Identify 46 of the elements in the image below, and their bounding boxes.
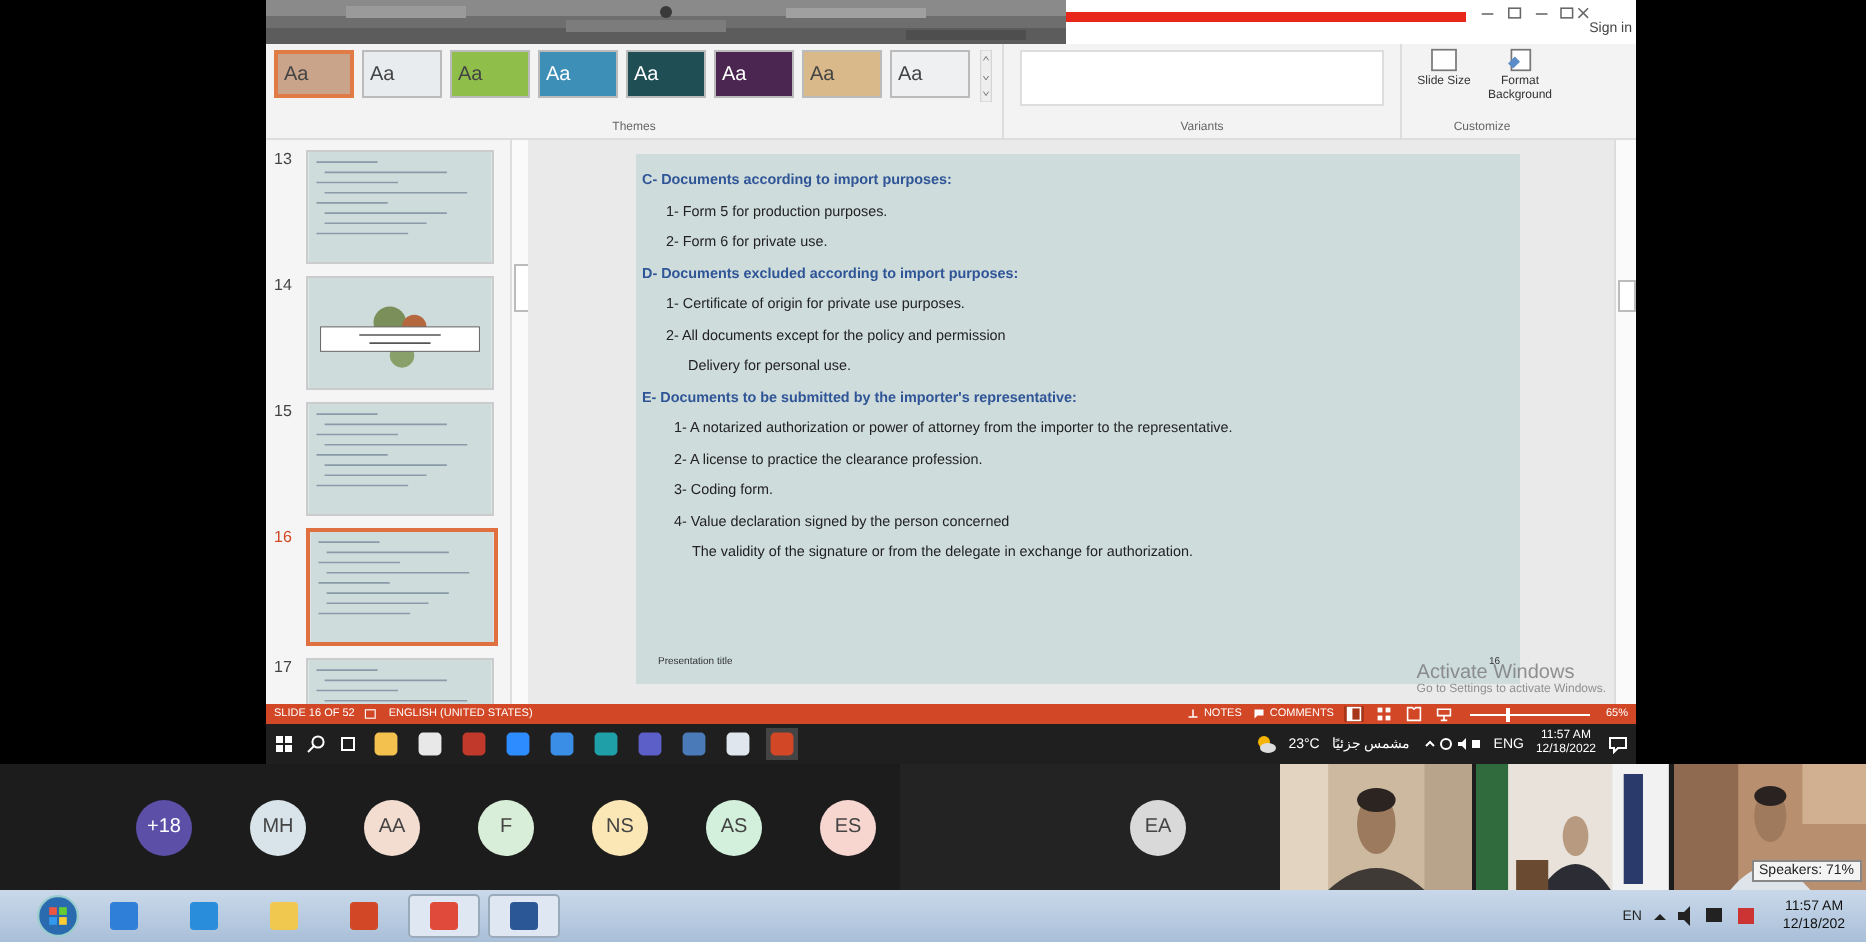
participant-avatar[interactable]: ES: [820, 799, 876, 855]
app-icon[interactable]: [414, 728, 446, 761]
theme-thumbnail[interactable]: Aa: [362, 50, 442, 98]
start-icon[interactable]: [36, 894, 80, 938]
scroll-bar[interactable]: [1614, 140, 1636, 705]
participant-avatar[interactable]: F: [478, 799, 534, 855]
theme-thumbnail[interactable]: Aa: [890, 50, 970, 98]
scroll-bar[interactable]: [510, 140, 528, 705]
view-button[interactable]: [1343, 706, 1364, 723]
participant-avatar[interactable]: AS: [706, 799, 762, 855]
participant-avatar[interactable]: +18: [136, 799, 192, 855]
notes-icon: [1185, 708, 1200, 721]
view-button[interactable]: [1403, 706, 1424, 723]
theme-thumbnail[interactable]: Aa: [802, 50, 882, 98]
slide-number: 14: [274, 276, 294, 295]
slide-number: 16: [274, 528, 294, 547]
app-icon[interactable]: [370, 728, 402, 761]
notifications-icon[interactable]: [1608, 734, 1628, 755]
activation-notice: Activate Windows: [1416, 662, 1575, 685]
slide-number: 15: [274, 402, 294, 421]
participant-avatar[interactable]: AA: [364, 799, 420, 855]
view-button[interactable]: [1433, 706, 1454, 723]
slide-thumbnail[interactable]: [306, 528, 498, 647]
theme-thumbnail[interactable]: Aa: [714, 50, 794, 98]
participant-avatar[interactable]: NS: [592, 799, 648, 855]
search-icon[interactable]: [306, 734, 326, 755]
app-icon[interactable]: [722, 728, 754, 761]
tray-icons[interactable]: [1421, 734, 1482, 755]
participant-avatar[interactable]: MH: [250, 799, 306, 855]
theme-thumbnail[interactable]: Aa: [274, 50, 354, 98]
theme-thumbnail[interactable]: Aa: [450, 50, 530, 98]
slide-thumbnail[interactable]: [306, 150, 494, 265]
slide-thumbnail[interactable]: [306, 402, 494, 517]
slide-number: 13: [274, 150, 294, 169]
task-view-icon[interactable]: [338, 734, 358, 755]
spellcheck-icon[interactable]: [364, 708, 379, 721]
start-icon[interactable]: [274, 734, 294, 755]
zoom-slider-thumb[interactable]: [1505, 707, 1510, 722]
view-button[interactable]: [1373, 706, 1394, 723]
slide-thumbnail[interactable]: [306, 276, 494, 391]
weather-icon[interactable]: [1256, 734, 1277, 755]
participant-avatar[interactable]: EA: [1130, 799, 1186, 855]
theme-thumbnail[interactable]: Aa: [538, 50, 618, 98]
app-icon[interactable]: [488, 894, 560, 938]
theme-thumbnail[interactable]: Aa: [626, 50, 706, 98]
slide-number: 17: [274, 658, 294, 677]
